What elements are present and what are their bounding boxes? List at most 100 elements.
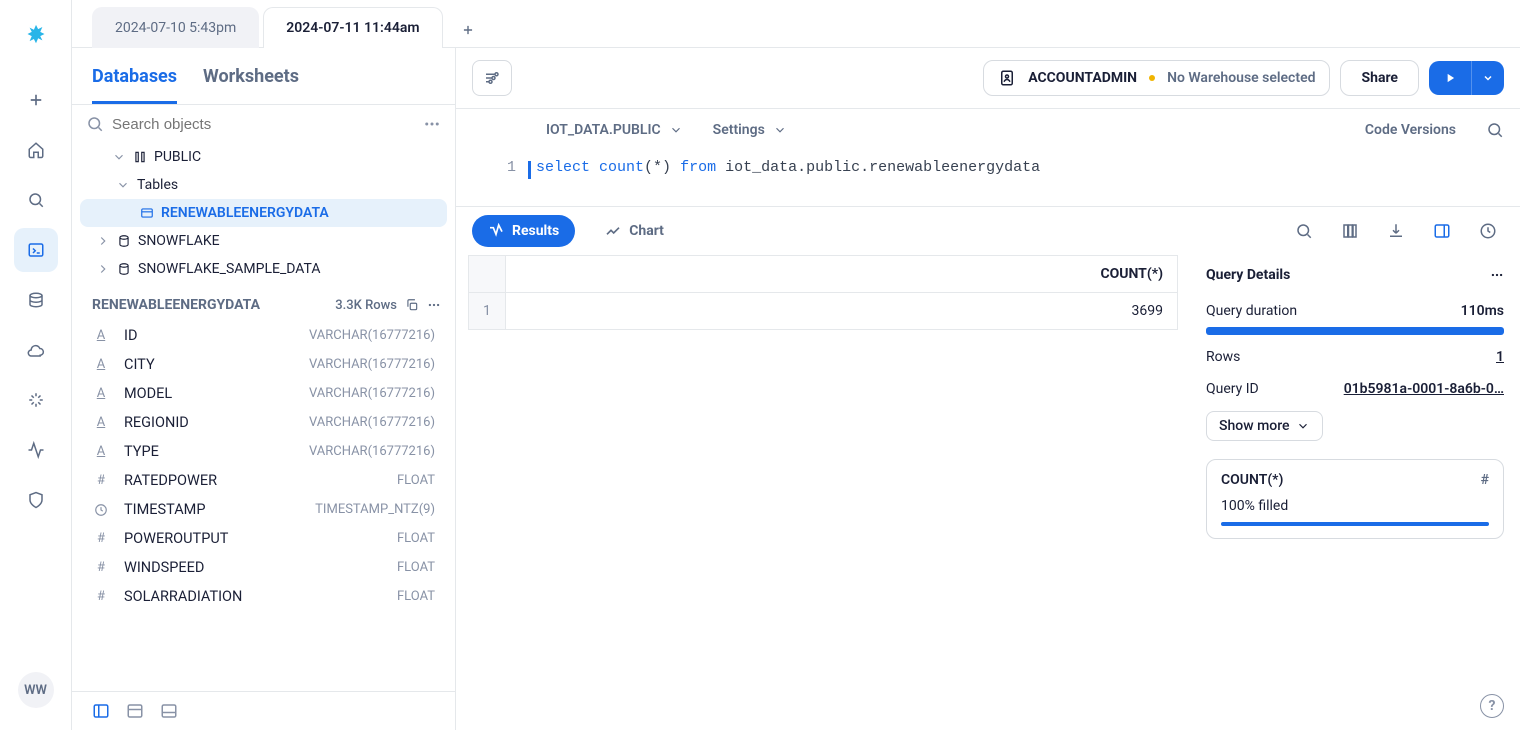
settings-dropdown[interactable]: Settings bbox=[713, 122, 787, 138]
tab-chart[interactable]: Chart bbox=[589, 215, 680, 247]
add-button[interactable] bbox=[14, 78, 58, 122]
tab-worksheets[interactable]: Worksheets bbox=[203, 48, 299, 104]
column-name: WINDSPEED bbox=[124, 559, 383, 576]
panel-layout-icon[interactable] bbox=[92, 702, 110, 720]
chevron-down-icon bbox=[669, 123, 683, 137]
avatar[interactable]: WW bbox=[18, 672, 54, 708]
query-details-title: Query Details bbox=[1206, 267, 1290, 283]
column-name: REGIONID bbox=[124, 414, 295, 431]
show-more-button[interactable]: Show more bbox=[1206, 411, 1323, 441]
schema-icon bbox=[133, 150, 147, 164]
worksheets-icon[interactable] bbox=[14, 228, 58, 272]
column-row[interactable]: AIDVARCHAR(16777216) bbox=[72, 321, 455, 350]
column-name: TIMESTAMP bbox=[124, 501, 301, 518]
snowflake-logo bbox=[19, 22, 53, 56]
table-label: RENEWABLEENERGYDATA bbox=[161, 205, 329, 221]
column-row[interactable]: #SOLARRADIATIONFLOAT bbox=[72, 582, 455, 611]
download-icon[interactable] bbox=[1380, 215, 1412, 247]
tree-table-selected[interactable]: RENEWABLEENERGYDATA bbox=[80, 199, 447, 227]
search-input[interactable] bbox=[112, 116, 415, 133]
new-tab-button[interactable] bbox=[447, 13, 489, 47]
row-count: 3.3K Rows bbox=[335, 298, 397, 313]
context-breadcrumb[interactable]: IOT_DATA.PUBLIC bbox=[546, 122, 683, 138]
column-row[interactable]: AREGIONIDVARCHAR(16777216) bbox=[72, 408, 455, 437]
db-label: SNOWFLAKE bbox=[138, 233, 220, 249]
sql-code[interactable]: select bbox=[536, 159, 590, 176]
tab-results[interactable]: Results bbox=[472, 215, 575, 247]
more-icon[interactable] bbox=[423, 115, 441, 133]
panel-icon[interactable] bbox=[1426, 215, 1458, 247]
datatype-icon: A bbox=[92, 386, 110, 401]
queryid-value[interactable]: 01b5981a-0001-8a6b-0… bbox=[1344, 381, 1504, 397]
tree-tables[interactable]: Tables bbox=[72, 171, 455, 199]
more-icon[interactable] bbox=[427, 298, 441, 312]
search-icon bbox=[86, 115, 104, 133]
worksheet-tab[interactable]: 2024-07-11 11:44am bbox=[263, 7, 442, 48]
column-row[interactable]: #WINDSPEEDFLOAT bbox=[72, 553, 455, 582]
database-icon bbox=[117, 262, 131, 276]
cell-value[interactable]: 3699 bbox=[505, 293, 1177, 330]
history-icon[interactable] bbox=[1472, 215, 1504, 247]
context-selector[interactable]: ACCOUNTADMIN No Warehouse selected bbox=[983, 60, 1330, 96]
help-button[interactable]: ? bbox=[1480, 694, 1504, 718]
shield-icon[interactable] bbox=[14, 478, 58, 522]
datatype-icon: # bbox=[92, 531, 110, 546]
tree-schema[interactable]: PUBLIC bbox=[72, 143, 455, 171]
role-icon bbox=[998, 69, 1016, 87]
table-header-name: RENEWABLEENERGYDATA bbox=[92, 297, 260, 313]
duration-label: Query duration bbox=[1206, 303, 1297, 319]
status-dot bbox=[1149, 75, 1155, 81]
activity-icon[interactable] bbox=[14, 428, 58, 472]
share-button[interactable]: Share bbox=[1340, 60, 1419, 96]
sparkle-icon[interactable] bbox=[14, 378, 58, 422]
column-type: VARCHAR(16777216) bbox=[309, 415, 435, 430]
column-type: VARCHAR(16777216) bbox=[309, 386, 435, 401]
tree-db[interactable]: SNOWFLAKE_SAMPLE_DATA bbox=[72, 255, 455, 283]
db-label: SNOWFLAKE_SAMPLE_DATA bbox=[138, 261, 321, 277]
column-type: VARCHAR(16777216) bbox=[309, 357, 435, 372]
datatype-icon: A bbox=[92, 444, 110, 459]
panel-layout-icon[interactable] bbox=[126, 702, 144, 720]
more-icon[interactable] bbox=[1490, 268, 1504, 282]
rows-value[interactable]: 1 bbox=[1496, 349, 1504, 365]
search-icon[interactable] bbox=[1486, 121, 1504, 139]
hash-icon: # bbox=[1481, 472, 1489, 488]
sql-code[interactable]: count bbox=[599, 159, 644, 176]
warehouse-label: No Warehouse selected bbox=[1167, 70, 1315, 86]
column-type: TIMESTAMP_NTZ(9) bbox=[315, 502, 435, 517]
cloud-icon[interactable] bbox=[14, 328, 58, 372]
data-icon[interactable] bbox=[14, 278, 58, 322]
col-header[interactable]: COUNT(*) bbox=[505, 256, 1177, 293]
search-icon[interactable] bbox=[1288, 215, 1320, 247]
row-number: 1 bbox=[469, 293, 506, 330]
column-row[interactable]: A CITY VARCHAR(16777216) bbox=[72, 350, 455, 379]
column-name: CITY bbox=[124, 356, 295, 373]
search-icon[interactable] bbox=[14, 178, 58, 222]
sql-code[interactable]: (*) bbox=[644, 159, 671, 176]
panel-layout-icon[interactable] bbox=[160, 702, 178, 720]
column-name: POWEROUTPUT bbox=[124, 530, 383, 547]
home-icon[interactable] bbox=[14, 128, 58, 172]
sql-code[interactable]: iot_data.public.renewableenergydata bbox=[725, 159, 1040, 176]
database-icon bbox=[117, 234, 131, 248]
results-table: COUNT(*) 1 3699 bbox=[468, 255, 1178, 330]
column-row[interactable]: ATYPEVARCHAR(16777216) bbox=[72, 437, 455, 466]
datatype-icon: # bbox=[92, 473, 110, 488]
tables-label: Tables bbox=[137, 177, 178, 193]
run-button[interactable] bbox=[1429, 61, 1471, 95]
tree-db[interactable]: SNOWFLAKE bbox=[72, 227, 455, 255]
columns-icon[interactable] bbox=[1334, 215, 1366, 247]
run-dropdown[interactable] bbox=[1471, 61, 1504, 95]
column-type: FLOAT bbox=[397, 531, 435, 546]
column-row[interactable]: AMODELVARCHAR(16777216) bbox=[72, 379, 455, 408]
sql-code[interactable]: from bbox=[680, 159, 716, 176]
column-row[interactable]: # POWEROUTPUT FLOAT bbox=[72, 524, 455, 553]
column-row[interactable]: TIMESTAMP TIMESTAMP_NTZ(9) bbox=[72, 495, 455, 524]
datatype-icon: A bbox=[92, 357, 110, 372]
tab-databases[interactable]: Databases bbox=[92, 48, 177, 104]
worksheet-tab[interactable]: 2024-07-10 5:43pm bbox=[92, 7, 259, 48]
filter-button[interactable] bbox=[472, 60, 512, 96]
column-row[interactable]: #RATEDPOWERFLOAT bbox=[72, 466, 455, 495]
copy-icon[interactable] bbox=[405, 298, 419, 312]
code-versions-button[interactable]: Code Versions bbox=[1365, 122, 1456, 138]
